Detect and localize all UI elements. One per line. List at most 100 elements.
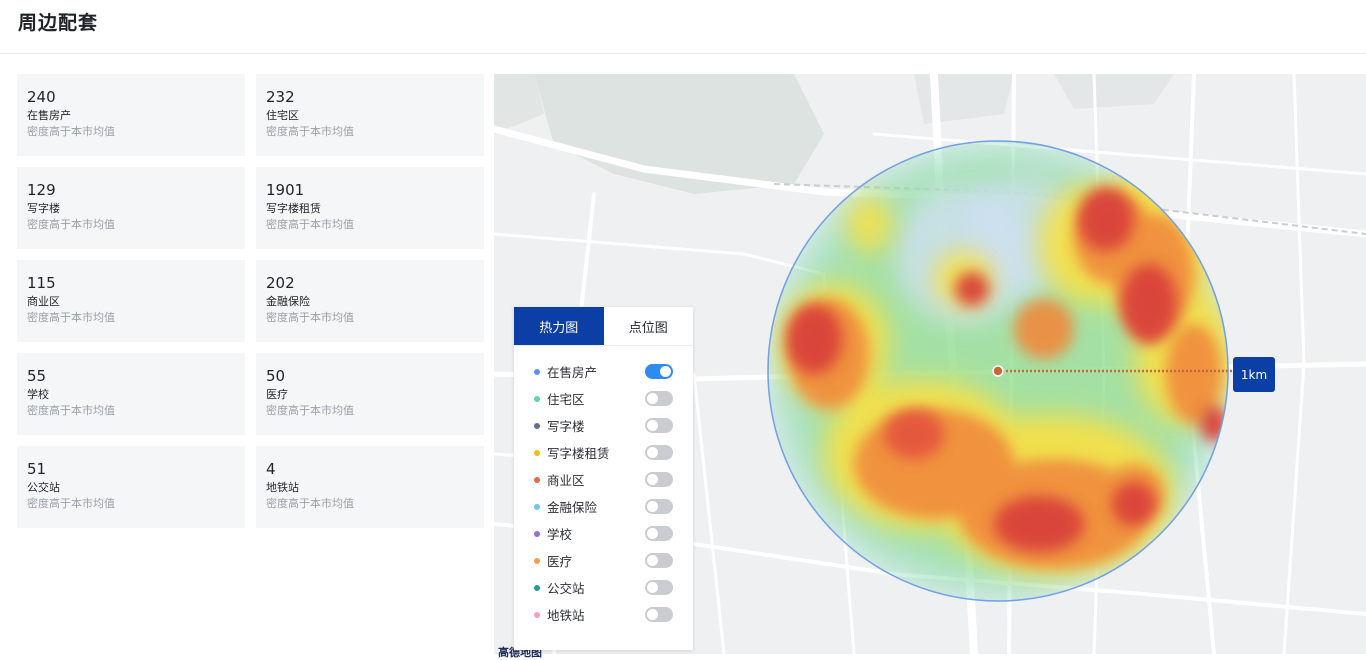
stat-desc: 密度高于本市均值 (266, 218, 354, 231)
stat-name: 地铁站 (266, 481, 299, 494)
layer-color-dot (534, 557, 540, 564)
stat-name: 公交站 (27, 481, 60, 494)
layer-label: 学校 (547, 527, 573, 542)
stat-card: 202 金融保险密度高于本市均值 (256, 260, 484, 342)
toggle-knob (647, 609, 658, 620)
layer-color-dot (534, 395, 540, 402)
layer-toggle[interactable] (645, 526, 673, 541)
stat-card: 115 商业区密度高于本市均值 (17, 260, 245, 342)
toggle-knob (647, 420, 658, 431)
stats-grid: 240 在售房产 密度高于本市均值 232 住宅区 密度高于本市均值 129 写字楼 密度高… (17, 74, 485, 528)
toggle-knob (647, 447, 658, 458)
layer-toggle[interactable] (645, 391, 673, 406)
stat-name: 医疗 (266, 388, 288, 401)
stat-desc: 密度高于本市均值 (27, 404, 115, 417)
stat-count: 51 (27, 460, 47, 478)
stat-count: 55 (27, 367, 47, 385)
layer-toggle[interactable] (645, 445, 673, 460)
view-tabs: 热力图 点位图 (514, 307, 693, 346)
layer-item: 商业区 (514, 466, 693, 493)
layer-item: 金融保险 (514, 493, 693, 520)
toggle-knob (647, 474, 658, 485)
layer-list: 在售房产 住宅区 写字楼 写字楼租赁 商业区 金融保险 学校 医疗 公交站 地铁… (514, 346, 693, 628)
layer-color-dot (534, 476, 540, 483)
layer-toggle[interactable] (645, 553, 673, 568)
toggle-knob (647, 393, 658, 404)
toggle-knob (647, 555, 658, 566)
stat-desc: 密度高于本市均值 (27, 218, 115, 231)
stat-card: 4 地铁站密度高于本市均值 (256, 446, 484, 528)
stat-card: 240 在售房产密度高于本市均值 (17, 74, 245, 156)
layer-item: 公交站 (514, 574, 693, 601)
stat-desc: 密度高于本市均值 (266, 311, 354, 324)
stat-card: 55 学校密度高于本市均值 (17, 353, 245, 435)
layer-label: 住宅区 (547, 392, 585, 407)
layer-item: 在售房产 (514, 358, 693, 385)
layer-label: 金融保险 (547, 500, 598, 515)
layer-item: 学校 (514, 520, 693, 547)
stat-count: 202 (266, 274, 295, 292)
layer-toggle[interactable] (645, 418, 673, 433)
tab-heatmap[interactable]: 热力图 (514, 307, 604, 345)
layer-color-dot (534, 584, 540, 591)
layer-label: 写字楼 (547, 419, 585, 434)
page-title: 周边配套 (18, 12, 99, 34)
layer-label: 商业区 (547, 473, 585, 488)
layer-label: 写字楼租赁 (547, 446, 610, 461)
stat-name: 金融保险 (266, 295, 310, 308)
stat-card: 232 住宅区密度高于本市均值 (256, 74, 484, 156)
layer-color-dot (534, 368, 540, 375)
layer-item: 地铁站 (514, 601, 693, 628)
stat-count: 240 (27, 88, 56, 106)
stat-name: 住宅区 (266, 109, 299, 122)
layer-label: 地铁站 (547, 608, 585, 623)
layer-item: 医疗 (514, 547, 693, 574)
layer-toggle[interactable] (645, 472, 673, 487)
stat-name: 商业区 (27, 295, 60, 308)
layer-color-dot (534, 422, 540, 429)
stat-desc: 密度高于本市均值 (27, 497, 115, 510)
stat-name: 学校 (27, 388, 49, 401)
toggle-knob (647, 528, 658, 539)
stat-card: 129 写字楼密度高于本市均值 (17, 167, 245, 249)
radius-label: 1km (1233, 357, 1275, 392)
layer-label: 在售房产 (547, 365, 598, 380)
layer-label: 公交站 (547, 581, 585, 596)
map-layer-panel: 热力图 点位图 在售房产 住宅区 写字楼 写字楼租赁 商业区 金融保险 学校 医… (514, 307, 693, 650)
stat-card: 1901 写字楼租赁密度高于本市均值 (256, 167, 484, 249)
stat-card: 50 医疗密度高于本市均值 (256, 353, 484, 435)
stat-desc: 密度高于本市均值 (266, 497, 354, 510)
stat-name: 在售房产 (27, 109, 71, 122)
layer-item: 写字楼 (514, 412, 693, 439)
stat-count: 1901 (266, 181, 305, 199)
stat-desc: 密度高于本市均值 (266, 404, 354, 417)
stat-name: 写字楼租赁 (266, 202, 321, 215)
section-header: 周边配套 (0, 0, 1366, 54)
tab-pointmap[interactable]: 点位图 (604, 307, 694, 345)
stat-desc: 密度高于本市均值 (266, 125, 354, 138)
stat-count: 232 (266, 88, 295, 106)
layer-toggle[interactable] (645, 607, 673, 622)
center-marker (992, 365, 1004, 377)
toggle-knob (647, 501, 658, 512)
layer-label: 医疗 (547, 554, 573, 569)
toggle-knob (660, 366, 671, 377)
toggle-knob (647, 582, 658, 593)
layer-color-dot (534, 449, 540, 456)
layer-toggle[interactable] (645, 499, 673, 514)
stat-count: 4 (266, 460, 276, 478)
layer-color-dot (534, 530, 540, 537)
layer-toggle[interactable] (645, 364, 673, 379)
stat-name: 写字楼 (27, 202, 60, 215)
layer-item: 住宅区 (514, 385, 693, 412)
layer-toggle[interactable] (645, 580, 673, 595)
stat-count: 129 (27, 181, 56, 199)
stat-desc: 密度高于本市均值 (27, 311, 115, 324)
stat-card: 51 公交站密度高于本市均值 (17, 446, 245, 528)
stat-count: 115 (27, 274, 56, 292)
layer-color-dot (534, 611, 540, 618)
stat-count: 50 (266, 367, 286, 385)
stat-desc: 密度高于本市均值 (27, 125, 115, 138)
layer-color-dot (534, 503, 540, 510)
layer-item: 写字楼租赁 (514, 439, 693, 466)
